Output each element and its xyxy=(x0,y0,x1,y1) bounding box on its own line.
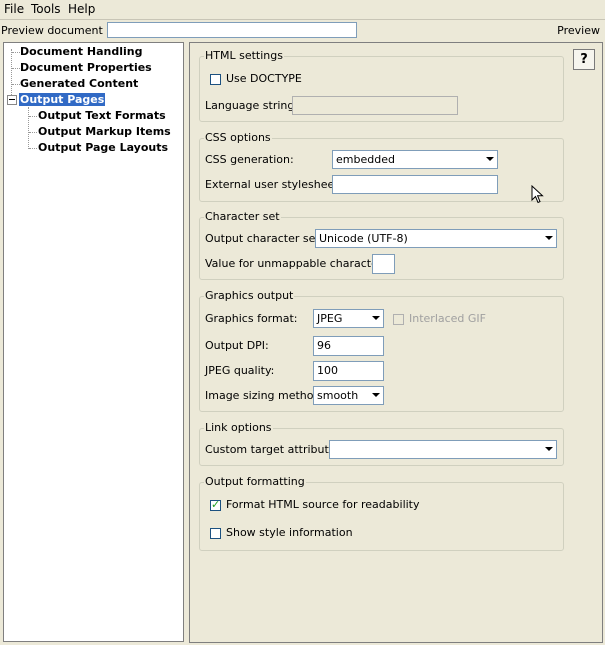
output-formatting-title: Output formatting xyxy=(204,475,306,488)
preview-id-input[interactable] xyxy=(107,22,357,38)
show-style-checkbox[interactable] xyxy=(210,528,221,539)
link-options-title: Link options xyxy=(204,421,273,434)
menu-file[interactable]: File xyxy=(4,2,24,16)
menu-help[interactable]: Help xyxy=(68,2,95,16)
css-options-title: CSS options xyxy=(204,131,272,144)
image-sizing-label: Image sizing method: xyxy=(205,389,325,402)
checkmark-icon: ✓ xyxy=(211,498,221,511)
graphics-format-value: JPEG xyxy=(317,312,343,325)
unmappable-label: Value for unmappable characters: xyxy=(205,257,392,270)
preview-id-label: Preview document ID: xyxy=(1,24,122,37)
graphics-output-title: Graphics output xyxy=(204,289,295,302)
dropdown-arrow-icon xyxy=(372,316,380,320)
jpeg-quality-field[interactable]: 100 xyxy=(313,361,384,381)
output-formatting-group xyxy=(199,482,564,551)
collapse-icon[interactable] xyxy=(7,95,17,105)
tree-item-output-markup-items[interactable]: Output Markup Items xyxy=(38,125,171,138)
dropdown-arrow-icon xyxy=(486,157,494,161)
menu-tools[interactable]: Tools xyxy=(31,2,61,16)
tree-line xyxy=(28,107,29,149)
tree-item-output-pages[interactable]: Output Pages xyxy=(19,93,106,106)
image-sizing-select[interactable]: smooth xyxy=(313,386,384,405)
output-dpi-label: Output DPI: xyxy=(205,339,269,352)
unmappable-field[interactable] xyxy=(372,254,395,274)
mouse-cursor-icon xyxy=(531,185,544,204)
tree-line xyxy=(11,49,12,101)
character-set-title: Character set xyxy=(204,210,281,223)
tree-item-document-handling[interactable]: Document Handling xyxy=(20,45,142,58)
graphics-format-label: Graphics format: xyxy=(205,312,298,325)
tree-item-generated-content[interactable]: Generated Content xyxy=(20,77,138,90)
tree-line xyxy=(12,52,20,53)
tree-line xyxy=(29,116,37,117)
format-readability-checkbox[interactable]: ✓ xyxy=(210,498,221,511)
tree-item-document-properties[interactable]: Document Properties xyxy=(20,61,152,74)
help-button[interactable]: ? xyxy=(573,49,595,70)
external-stylesheet-field[interactable] xyxy=(332,175,498,194)
image-sizing-value: smooth xyxy=(317,389,359,402)
settings-tree[interactable]: Document Handling Document Properties Ge… xyxy=(3,42,184,642)
css-generation-label: CSS generation: xyxy=(205,153,294,166)
show-style-label: Show style information xyxy=(226,526,353,539)
tree-line xyxy=(29,148,37,149)
css-generation-value: embedded xyxy=(336,153,395,166)
output-charset-value: Unicode (UTF-8) xyxy=(319,232,408,245)
custom-target-label: Custom target attribute: xyxy=(205,443,340,456)
tree-line xyxy=(12,68,20,69)
graphics-format-select[interactable]: JPEG xyxy=(313,309,384,328)
css-generation-select[interactable]: embedded xyxy=(332,150,498,169)
tree-line xyxy=(12,84,20,85)
interlaced-gif-checkbox[interactable] xyxy=(393,314,404,325)
html-settings-title: HTML settings xyxy=(204,49,284,62)
use-doctype-label: Use DOCTYPE xyxy=(226,72,302,85)
preview-label[interactable]: Preview xyxy=(557,24,600,37)
language-string-field[interactable] xyxy=(292,96,458,115)
jpeg-quality-label: JPEG quality: xyxy=(205,364,275,377)
custom-target-select[interactable] xyxy=(329,440,557,459)
interlaced-gif-label: Interlaced GIF xyxy=(409,312,487,325)
dropdown-arrow-icon xyxy=(545,236,553,240)
tree-line xyxy=(29,132,37,133)
tree-item-output-text-formats[interactable]: Output Text Formats xyxy=(38,109,166,122)
dropdown-arrow-icon xyxy=(545,447,553,451)
external-stylesheet-label: External user stylesheet: xyxy=(205,178,343,191)
language-string-label: Language string: xyxy=(205,99,299,112)
output-charset-label: Output character set: xyxy=(205,232,324,245)
output-charset-select[interactable]: Unicode (UTF-8) xyxy=(315,229,557,248)
preview-bar: Preview document ID: Preview xyxy=(0,20,605,41)
tree-item-output-page-layouts[interactable]: Output Page Layouts xyxy=(38,141,168,154)
dropdown-arrow-icon xyxy=(372,393,380,397)
use-doctype-checkbox[interactable] xyxy=(210,74,221,85)
format-readability-label: Format HTML source for readability xyxy=(226,498,420,511)
output-dpi-field[interactable]: 96 xyxy=(313,336,384,356)
menu-bar: File Tools Help xyxy=(0,0,605,20)
